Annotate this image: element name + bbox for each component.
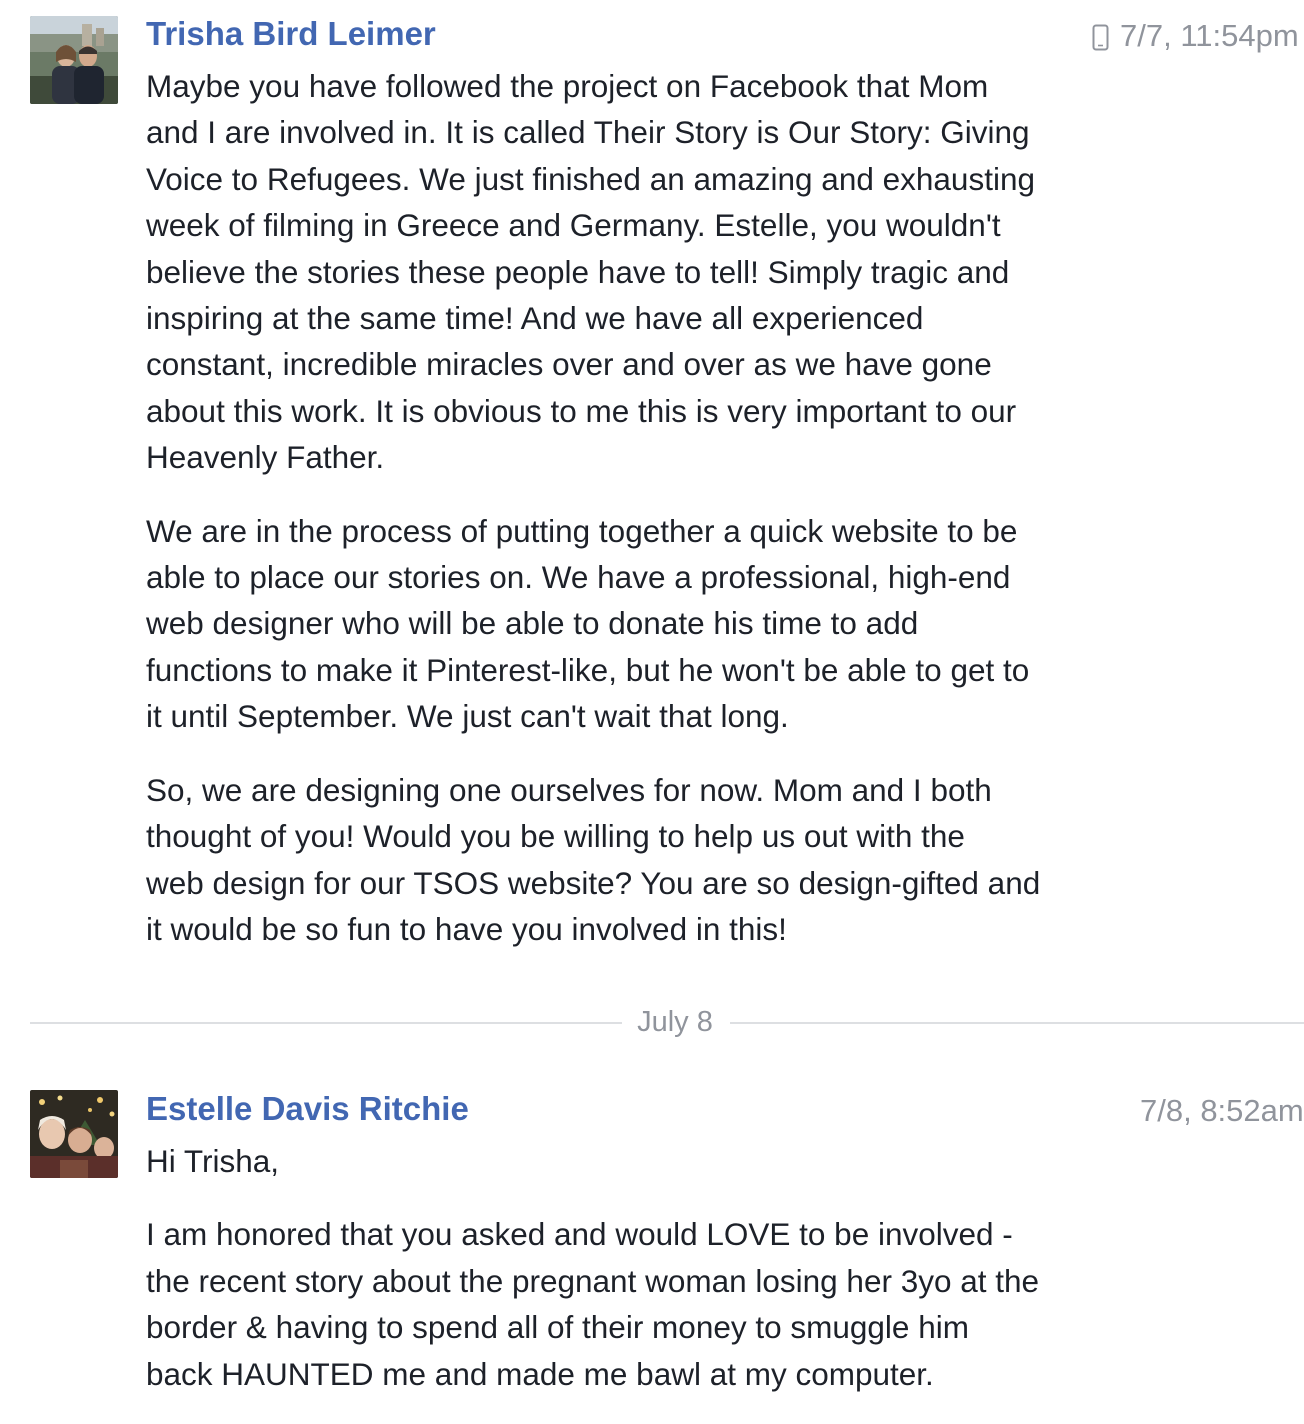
message-timestamp: 7/8, 8:52am [1084,1091,1304,1131]
timestamp-text: 7/8, 8:52am [1140,1093,1304,1128]
message-paragraph: We are in the process of putting togethe… [146,512,1030,735]
message-paragraph: Hi Trisha, [146,1143,280,1179]
mobile-phone-icon [1092,24,1109,51]
message-body: Maybe you have followed the project on F… [146,63,1266,979]
message-paragraph: I am honored that you asked and would LO… [146,1216,1040,1392]
message-paragraph: So, we are designing one ourselves for n… [146,771,1041,947]
profile-photo-icon [30,16,118,104]
profile-photo-icon [30,1090,118,1178]
date-divider: July 8 [30,1002,1304,1042]
avatar[interactable] [30,1090,118,1178]
message-thread: Trisha Bird Leimer 7/7, 11:54pm Maybe yo… [0,0,1304,1419]
avatar[interactable] [30,16,118,104]
message-paragraph: Maybe you have followed the project on F… [146,68,1035,476]
sender-name[interactable]: Estelle Davis Ritchie [146,1089,469,1129]
message-timestamp: 7/7, 11:54pm [1084,16,1304,56]
divider-line-right [730,1022,1304,1024]
sender-name[interactable]: Trisha Bird Leimer [146,14,436,54]
message-body: Hi Trisha, I am honored that you asked a… [146,1138,1266,1424]
date-divider-label: July 8 [637,1006,713,1038]
timestamp-text: 7/7, 11:54pm [1120,18,1299,53]
divider-line-left [30,1022,622,1024]
